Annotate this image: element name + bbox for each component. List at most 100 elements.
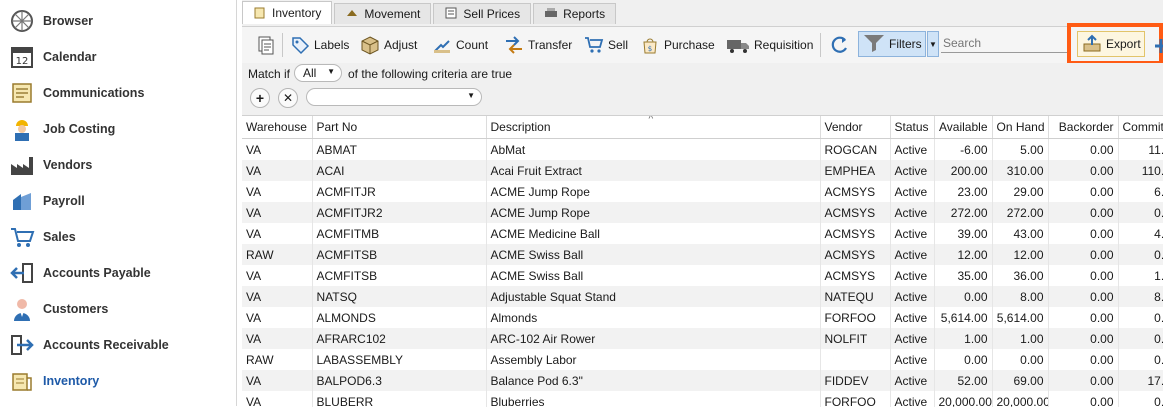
column-header[interactable]: Available xyxy=(934,116,993,139)
table-cell: 20,000.00 xyxy=(992,391,1049,407)
transfer-button[interactable]: Transfer xyxy=(504,31,572,59)
sidebar-item-communications[interactable]: Communications xyxy=(0,75,236,111)
pages-button[interactable] xyxy=(256,31,276,59)
purchase-button[interactable]: $ Purchase xyxy=(640,31,715,59)
labels-button[interactable]: Labels xyxy=(290,31,349,59)
table-cell: ACMSYS xyxy=(820,244,891,265)
sidebar-item-job-costing[interactable]: Job Costing xyxy=(0,111,236,147)
sidebar-item-browser[interactable]: Browser xyxy=(0,3,236,39)
tab-bar: Inventory Movement Sell Prices Reports xyxy=(242,1,618,25)
table-row[interactable]: VA ALMONDS Almonds FORFOO Active 5,614.00 5,61… xyxy=(242,307,1163,328)
table-row[interactable]: VA ACMFITJR2 ACME Jump Rope ACMSYS Active 272… xyxy=(242,202,1163,223)
sidebar-item-label: Job Costing xyxy=(43,122,116,136)
sell-button[interactable]: Sell xyxy=(584,31,628,59)
refresh-icon xyxy=(830,35,850,55)
sidebar-item-inventory[interactable]: Inventory xyxy=(0,363,236,399)
table-cell: 11.00 xyxy=(1118,138,1163,160)
column-header-description[interactable]: Description ^ xyxy=(486,116,821,139)
add-icon[interactable] xyxy=(1155,39,1163,53)
sidebar-item-vendors[interactable]: Vendors xyxy=(0,147,236,183)
table-cell: Active xyxy=(890,138,935,160)
tab-movement[interactable]: Movement xyxy=(334,3,432,24)
movement-icon xyxy=(345,6,359,23)
sidebar-item-customers[interactable]: Customers xyxy=(0,291,236,327)
sidebar-item-payroll[interactable]: Payroll xyxy=(0,183,236,219)
export-upload-icon xyxy=(1082,33,1102,56)
match-mode-select[interactable]: All ▼ xyxy=(294,64,342,82)
column-header[interactable]: Backorder xyxy=(1048,116,1119,139)
cart-icon xyxy=(584,35,604,55)
table-row[interactable]: VA NATSQ Adjustable Squat Stand NATEQU Activ… xyxy=(242,286,1163,307)
table-cell: 36.00 xyxy=(992,265,1049,286)
adjust-button[interactable]: Adjust xyxy=(360,31,417,59)
sidebar-item-accounts-payable[interactable]: Accounts Payable xyxy=(0,255,236,291)
toolbar: Labels Adjust Count Transfer Sell $ Purc… xyxy=(242,23,1163,65)
receivable-arrow-icon xyxy=(8,331,36,359)
column-header[interactable]: Vendor xyxy=(820,116,891,139)
criteria-field-select[interactable]: ▼ xyxy=(306,88,482,106)
table-row[interactable]: VA ACMFITSB ACME Swiss Ball ACMSYS Active 35.… xyxy=(242,265,1163,286)
table-cell: ACME Jump Rope xyxy=(486,181,821,202)
column-header[interactable]: On Hand xyxy=(992,116,1049,139)
table-cell: 272.00 xyxy=(934,202,993,223)
sidebar-item-label: Sales xyxy=(43,230,76,244)
labels-label: Labels xyxy=(314,38,350,52)
table-row[interactable]: VA BLUBERR Bluberries FORFOO Active 20,000.00… xyxy=(242,391,1163,407)
table-cell: Active xyxy=(890,160,935,181)
table-cell: VA xyxy=(242,223,313,244)
table-cell: VA xyxy=(242,328,313,349)
add-criteria-button[interactable]: + xyxy=(250,88,270,108)
sidebar-item-calendar[interactable]: 12 Calendar xyxy=(0,39,236,75)
table-cell: 0.00 xyxy=(1048,307,1119,328)
communications-icon xyxy=(8,79,36,107)
table-row[interactable]: RAW LABASSEMBLY Assembly Labor Active 0.00 0.… xyxy=(242,349,1163,370)
table-cell: 272.00 xyxy=(992,202,1049,223)
table-cell: 0.00 xyxy=(1118,244,1163,265)
table-cell: 29.00 xyxy=(992,181,1049,202)
table-cell: 1.00 xyxy=(934,328,993,349)
export-button[interactable]: Export xyxy=(1077,31,1145,57)
tab-reports[interactable]: Reports xyxy=(533,3,617,24)
sidebar-item-accounts-receivable[interactable]: Accounts Receivable xyxy=(0,327,236,363)
table-cell: NATSQ xyxy=(312,286,487,307)
browser-web-icon xyxy=(8,7,36,35)
purchase-bag-icon: $ xyxy=(640,35,660,55)
table-row[interactable]: VA ACMFITJR ACME Jump Rope ACMSYS Active 23.0… xyxy=(242,181,1163,202)
table-row[interactable]: VAABMATAbMatROGCANActive-6.005.000.0011.… xyxy=(242,138,1163,160)
table-cell: 0.00 xyxy=(1048,138,1119,160)
table-cell: VA xyxy=(242,265,313,286)
sidebar-item-label: Calendar xyxy=(43,50,97,64)
table-cell: 5.00 xyxy=(992,138,1049,160)
requisition-button[interactable]: Requisition xyxy=(726,31,813,59)
table-row[interactable]: VA ACMFITMB ACME Medicine Ball ACMSYS Active… xyxy=(242,223,1163,244)
table-cell: Active xyxy=(890,181,935,202)
column-header[interactable]: Warehouse xyxy=(242,116,313,139)
table-cell: 0.00 xyxy=(1118,349,1163,370)
sidebar-item-sales[interactable]: Sales xyxy=(0,219,236,255)
table-cell: 69.00 xyxy=(992,370,1049,391)
column-header[interactable]: Committed xyxy=(1118,116,1163,139)
box-adjust-icon xyxy=(360,35,380,55)
table-cell: 0.00 xyxy=(1048,160,1119,181)
table-row[interactable]: VA ACAI Acai Fruit Extract EMPHEA Active 200.… xyxy=(242,160,1163,181)
column-header[interactable]: Status xyxy=(890,116,935,139)
column-header[interactable]: Part No xyxy=(312,116,487,139)
tab-inventory[interactable]: Inventory xyxy=(242,1,333,24)
count-button[interactable]: Count xyxy=(432,31,488,59)
table-cell: 0.00 xyxy=(1048,181,1119,202)
sidebar-item-label: Accounts Payable xyxy=(43,266,151,280)
requisition-label: Requisition xyxy=(754,38,814,52)
table-cell: 52.00 xyxy=(934,370,993,391)
refresh-button[interactable] xyxy=(830,31,850,59)
tab-sell-prices[interactable]: Sell Prices xyxy=(433,3,532,24)
table-cell: 0.00 xyxy=(1048,265,1119,286)
table-cell: ACMFITJR2 xyxy=(312,202,487,223)
filters-button[interactable]: Filters xyxy=(858,31,926,57)
table-row[interactable]: VA BALPOD6.3 Balance Pod 6.3" FIDDEV Active 5… xyxy=(242,370,1163,391)
table-row[interactable]: VA AFRARC102 ARC-102 Air Rower NOLFIT Active… xyxy=(242,328,1163,349)
table-row[interactable]: RAW ACMFITSB ACME Swiss Ball ACMSYS Active 12… xyxy=(242,244,1163,265)
table-cell: 1.00 xyxy=(992,328,1049,349)
filters-dropdown-button[interactable]: ▼ xyxy=(927,31,939,57)
remove-criteria-button[interactable]: ✕ xyxy=(278,88,298,108)
search-input[interactable] xyxy=(941,34,1071,53)
